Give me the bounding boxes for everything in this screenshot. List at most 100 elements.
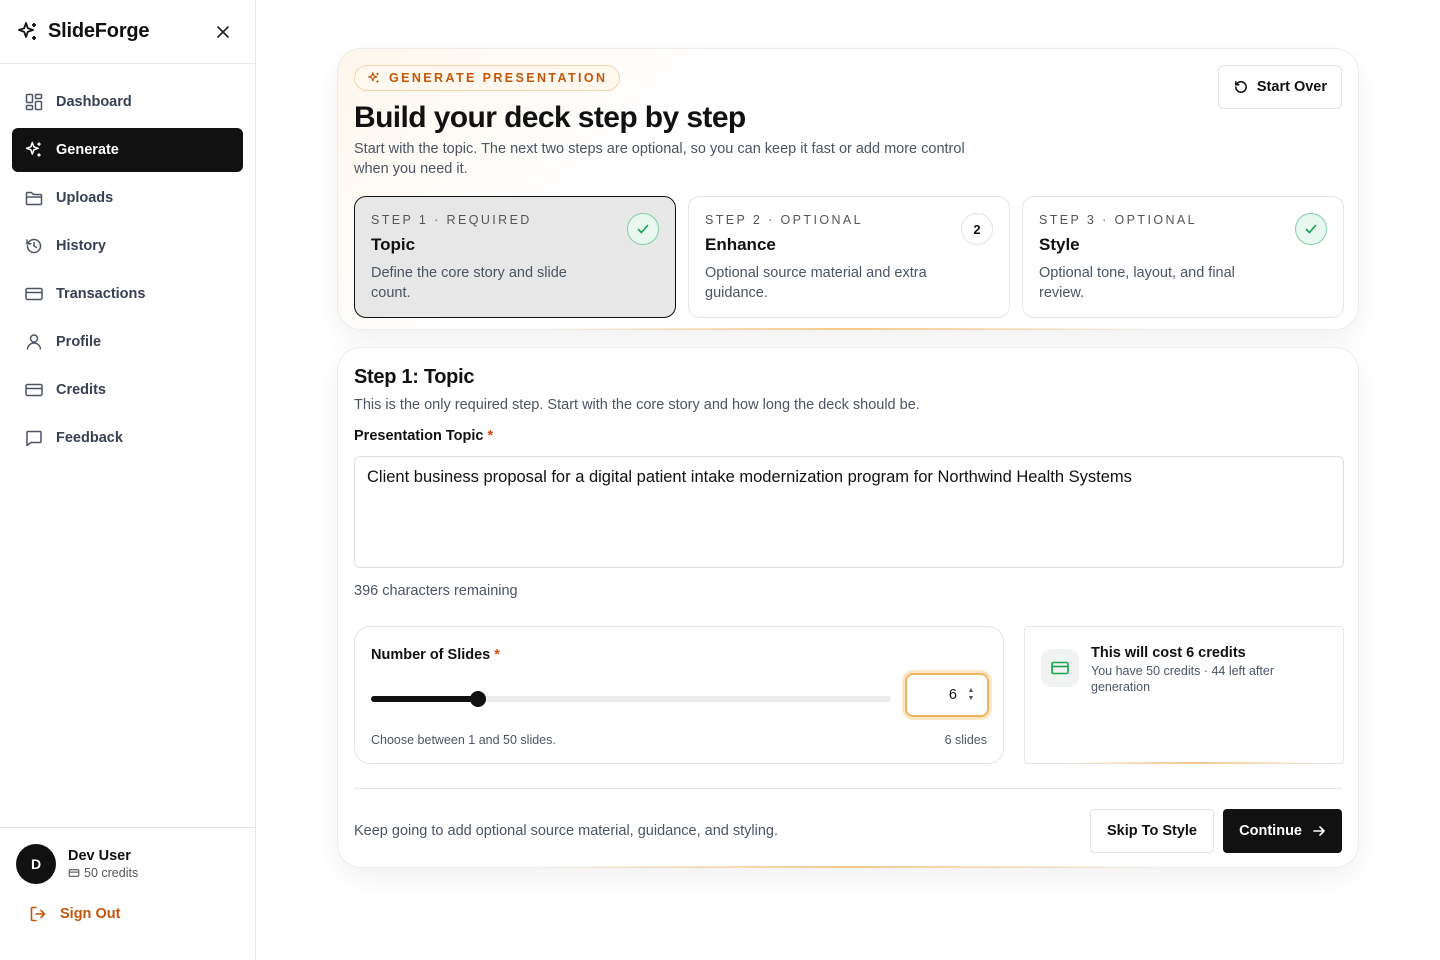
sidebar-item-label: Credits bbox=[56, 382, 106, 398]
user-name: Dev User bbox=[68, 848, 131, 864]
slider-thumb[interactable] bbox=[469, 691, 486, 707]
step-kicker: STEP 3 · OPTIONAL bbox=[1039, 213, 1197, 227]
credit-card-icon bbox=[24, 284, 44, 304]
app-name: SlideForge bbox=[48, 20, 150, 42]
dashboard-icon bbox=[24, 92, 44, 112]
step-title: Enhance bbox=[705, 235, 776, 254]
sign-out-button[interactable]: Sign Out bbox=[16, 904, 239, 924]
credit-card-icon bbox=[1041, 649, 1079, 687]
sidebar-item-label: Feedback bbox=[56, 430, 123, 446]
sidebar-item-profile[interactable]: Profile bbox=[12, 320, 243, 364]
start-over-button[interactable]: Start Over bbox=[1217, 65, 1342, 109]
close-sidebar-button[interactable] bbox=[211, 20, 235, 44]
sidebar-item-feedback[interactable]: Feedback bbox=[12, 416, 243, 460]
badge-label: GENERATE PRESENTATION bbox=[389, 71, 608, 85]
sidebar-item-uploads[interactable]: Uploads bbox=[12, 176, 243, 220]
slides-count: 6 slides bbox=[944, 733, 987, 747]
sparkles-logo-icon bbox=[16, 20, 40, 44]
sparkles-icon bbox=[24, 140, 44, 160]
sidebar: SlideForge Dashboard Generate Uploads Hi… bbox=[0, 0, 256, 960]
slider-fill bbox=[371, 696, 478, 702]
sidebar-item-transactions[interactable]: Transactions bbox=[12, 272, 243, 316]
sidebar-item-label: Transactions bbox=[56, 286, 146, 302]
history-icon bbox=[24, 236, 44, 256]
sidebar-item-label: Dashboard bbox=[56, 94, 132, 110]
slides-help-text: Choose between 1 and 50 slides. bbox=[371, 733, 556, 747]
avatar: D bbox=[16, 844, 56, 884]
slides-panel: Number of Slides * ▲ ▼ Choose between 1 … bbox=[354, 626, 1004, 764]
credit-card-icon bbox=[24, 380, 44, 400]
continue-button[interactable]: Continue bbox=[1223, 809, 1342, 853]
step-subtitle: This is the only required step. Start wi… bbox=[354, 397, 920, 413]
user-panel: D Dev User 50 credits Sign Out bbox=[0, 827, 255, 960]
step-description: Optional tone, layout, and final review. bbox=[1039, 265, 1235, 301]
step-description: Define the core story and slide count. bbox=[371, 265, 567, 301]
cost-title: This will cost 6 credits bbox=[1091, 645, 1327, 661]
page-subtitle: Start with the topic. The next two steps… bbox=[354, 141, 965, 177]
characters-remaining: 396 characters remaining bbox=[354, 583, 518, 599]
sidebar-item-history[interactable]: History bbox=[12, 224, 243, 268]
sign-out-label: Sign Out bbox=[60, 906, 121, 922]
decorative-underline bbox=[538, 328, 1158, 330]
sidebar-item-label: Uploads bbox=[56, 190, 114, 206]
decorative-underline bbox=[538, 866, 1158, 868]
decorative-underline bbox=[1065, 762, 1323, 764]
footer-hint: Keep going to add optional source materi… bbox=[354, 823, 779, 839]
sidebar-item-label: Generate bbox=[56, 142, 119, 158]
slides-label-text: Number of Slides bbox=[371, 647, 491, 663]
user-icon bbox=[24, 332, 44, 352]
sidebar-item-generate[interactable]: Generate bbox=[12, 128, 243, 172]
sign-out-icon bbox=[28, 904, 48, 924]
required-mark: * bbox=[487, 428, 494, 444]
generate-presentation-badge: GENERATE PRESENTATION bbox=[354, 65, 621, 91]
arrow-right-icon bbox=[1312, 824, 1326, 838]
continue-label: Continue bbox=[1239, 823, 1302, 839]
chevron-up-icon[interactable]: ▲ bbox=[968, 687, 975, 695]
slides-number-field: ▲ ▼ bbox=[905, 673, 989, 717]
step-card-style[interactable]: STEP 3 · OPTIONAL Style Optional tone, l… bbox=[1022, 196, 1344, 318]
topic-label-text: Presentation Topic bbox=[354, 428, 484, 444]
topic-label: Presentation Topic * bbox=[354, 428, 1342, 444]
sidebar-item-label: Profile bbox=[56, 334, 102, 350]
close-icon bbox=[217, 25, 229, 38]
step-kicker: STEP 1 · REQUIRED bbox=[371, 213, 532, 227]
step-number: 2 bbox=[961, 213, 993, 245]
step-card-topic[interactable]: STEP 1 · REQUIRED Topic Define the core … bbox=[354, 196, 676, 318]
sidebar-item-label: History bbox=[56, 238, 106, 254]
presentation-topic-input[interactable] bbox=[354, 456, 1344, 568]
slides-slider[interactable] bbox=[371, 691, 891, 707]
sparkles-icon bbox=[367, 71, 381, 85]
step-1-card: Step 1: Topic This is the only required … bbox=[337, 347, 1359, 868]
user-credits: 50 credits bbox=[68, 866, 138, 880]
credit-card-icon bbox=[68, 867, 80, 879]
step-kicker: STEP 2 · OPTIONAL bbox=[705, 213, 863, 227]
brand-header: SlideForge bbox=[0, 0, 255, 64]
sidebar-item-dashboard[interactable]: Dashboard bbox=[12, 80, 243, 124]
step-card-enhance[interactable]: STEP 2 · OPTIONAL Enhance Optional sourc… bbox=[688, 196, 1010, 318]
step-title: Style bbox=[1039, 235, 1080, 254]
number-stepper[interactable]: ▲ ▼ bbox=[965, 687, 977, 703]
step-description: Optional source material and extra guida… bbox=[705, 265, 927, 301]
sidebar-nav: Dashboard Generate Uploads History Trans… bbox=[0, 64, 255, 460]
chevron-down-icon[interactable]: ▼ bbox=[968, 695, 975, 703]
divider bbox=[354, 788, 1342, 789]
check-icon bbox=[627, 213, 659, 245]
message-icon bbox=[24, 428, 44, 448]
step-list: STEP 1 · REQUIRED Topic Define the core … bbox=[354, 196, 1344, 318]
start-over-label: Start Over bbox=[1256, 79, 1327, 95]
user-row[interactable]: D Dev User 50 credits bbox=[16, 844, 239, 884]
slides-number-input[interactable] bbox=[907, 677, 965, 713]
check-icon bbox=[1295, 213, 1327, 245]
generate-header-card: GENERATE PRESENTATION Start Over Build y… bbox=[337, 48, 1359, 330]
step-title: Topic bbox=[371, 235, 416, 254]
cost-subtitle: You have 50 credits · 44 left after gene… bbox=[1091, 664, 1274, 694]
slides-label: Number of Slides * bbox=[371, 647, 987, 663]
required-mark: * bbox=[494, 647, 500, 663]
cost-amount: 6 credits bbox=[1186, 645, 1246, 661]
sidebar-item-credits[interactable]: Credits bbox=[12, 368, 243, 412]
step-title: Step 1: Topic bbox=[354, 366, 475, 388]
skip-to-style-button[interactable]: Skip To Style bbox=[1090, 809, 1214, 853]
reset-icon bbox=[1233, 79, 1249, 95]
cost-prefix: This will cost bbox=[1091, 645, 1187, 661]
page-title: Build your deck step by step bbox=[354, 101, 746, 134]
